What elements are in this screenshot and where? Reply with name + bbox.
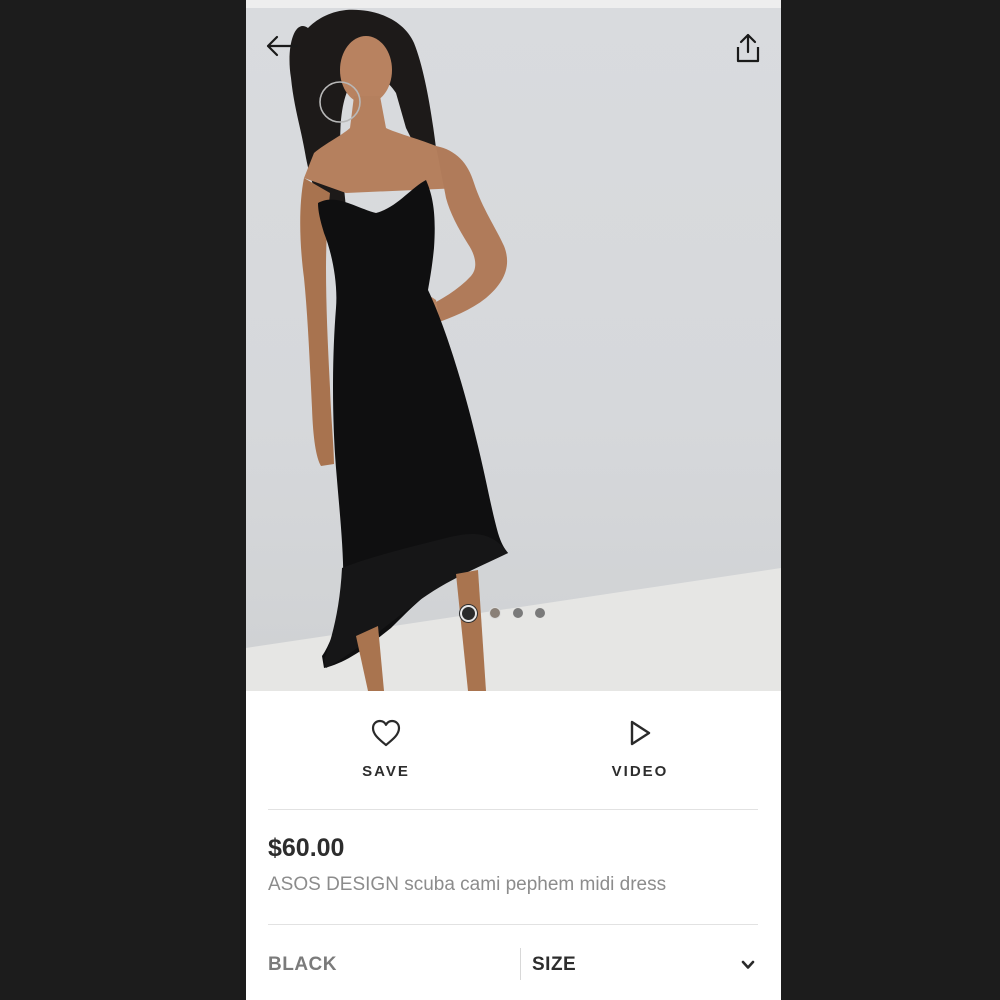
save-label: SAVE (362, 763, 410, 780)
share-button[interactable] (728, 28, 768, 68)
product-photo (246, 9, 781, 691)
video-label: VIDEO (611, 763, 669, 780)
divider (268, 924, 758, 925)
carousel-dot-3[interactable] (513, 608, 523, 618)
back-arrow-icon (266, 35, 299, 57)
back-button[interactable] (260, 30, 304, 62)
carousel-dot-2[interactable] (489, 607, 501, 619)
divider (268, 809, 758, 810)
variant-selectors: BLACK SIZE (246, 926, 781, 1000)
status-strip (246, 0, 781, 8)
play-icon (630, 720, 651, 746)
product-image-carousel[interactable] (246, 8, 781, 691)
video-button[interactable]: VIDEO (570, 713, 710, 780)
save-button[interactable]: SAVE (316, 713, 456, 780)
chevron-down-icon[interactable] (740, 958, 756, 972)
heart-icon (371, 719, 401, 747)
size-dropdown[interactable]: SIZE (532, 954, 576, 976)
colour-value: BLACK (268, 954, 337, 975)
product-price: $60.00 (268, 834, 345, 862)
share-icon (736, 33, 760, 63)
carousel-dot-4[interactable] (535, 608, 545, 618)
carousel-dot-1[interactable] (460, 604, 477, 622)
product-title: ASOS DESIGN scuba cami pephem midi dress (268, 874, 667, 895)
carousel-pagination (460, 603, 545, 623)
selector-separator (520, 948, 521, 980)
app-screen: SAVE VIDEO $60.00 ASOS DESIGN scuba cami… (246, 0, 781, 1000)
action-bar: SAVE VIDEO (246, 691, 781, 809)
